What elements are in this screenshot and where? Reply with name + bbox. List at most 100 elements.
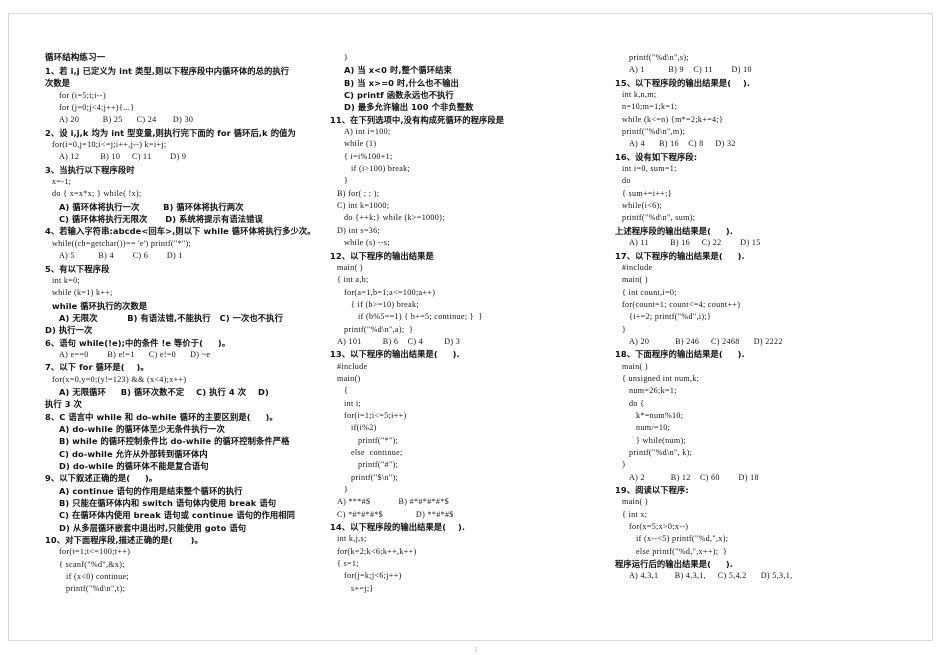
text-line: printf("%d\n",m); xyxy=(622,127,686,137)
text-line: { sum+=i++;} xyxy=(622,188,672,198)
text-line: C) int k=1000; xyxy=(337,201,390,211)
text-line: A) 无限循环 B) 循环次数不定 C) 执行 4 次 D) xyxy=(59,386,269,397)
text-line: A) e==0 B) e!=1 C) e!=0 D) ~e xyxy=(59,349,211,359)
text-line: } while(num); xyxy=(636,435,687,445)
text-line: 10、对下面程序段,描述正确的是( )。 xyxy=(45,535,203,546)
text-line: B) while 的循环控制条件比 do-while 的循环控制条件严格 xyxy=(59,436,290,447)
text-line: A) 101 B) 6 C) 4 D) 3 xyxy=(337,336,461,346)
text-line: else continue; xyxy=(351,448,403,457)
document-page: 循环结构练习一 1、若 i,j 已定义为 int 类型,则以下程序段中内循环体的总… xyxy=(8,13,933,654)
text-line: 上述程序段的输出结果是( ). xyxy=(615,225,734,236)
text-line: main( ) xyxy=(622,361,648,371)
text-line: do xyxy=(622,176,631,186)
text-line: A) 循环体将执行一次 B) 循环体将执行两次 xyxy=(59,201,244,212)
text-line: A) 无限次 B) 有语法错,不能执行 C) 一次也不执行 xyxy=(59,312,283,323)
text-line: printf("%d\n",a); } xyxy=(344,324,414,334)
text-line: int k,j,s; xyxy=(337,534,367,544)
text-line: 14、以下程序段的输出结果是( ). xyxy=(330,522,466,533)
text-line: if(i%2) xyxy=(351,423,377,433)
text-line: B) for( ; ; ); xyxy=(337,188,380,198)
three-column-layout: 循环结构练习一 1、若 i,j 已定义为 int 类型,则以下程序段中内循环体的总… xyxy=(45,52,907,596)
text-line: for(t=1;t<=100;t++) xyxy=(59,547,131,557)
text-line: } xyxy=(344,53,349,62)
text-line: A) int i=100; xyxy=(344,127,391,137)
text-line: while (k<=n) {m*=2;k+=4;} xyxy=(622,114,724,124)
text-line: printf("%d\n",t); xyxy=(66,584,126,594)
text-line: s+=j;} xyxy=(351,583,374,593)
text-line: 执行 3 次 xyxy=(45,399,82,410)
text-line: printf("%d\n", sum); xyxy=(622,213,696,223)
text-line: D) do-while 的循环体不能是复合语句 xyxy=(59,461,209,471)
text-line: x=-1; xyxy=(52,177,72,187)
text-line: num/=10; xyxy=(636,423,671,433)
text-line: A) do-while 的循环体至少无条件执行一次 xyxy=(59,423,225,434)
text-line: } xyxy=(622,460,627,470)
text-line: for(i=0,j=10;i<=j;i++,j--) k=i+j; xyxy=(52,140,167,150)
text-line: A) 20 B) 25 C) 24 D) 30 xyxy=(59,115,194,125)
text-line: } xyxy=(344,176,349,186)
text-line: D) 执行一次 xyxy=(45,325,93,336)
text-line: A) 12 B) 10 C) 11 D) 9 xyxy=(59,152,187,162)
text-line: if (i>100) break; xyxy=(351,164,411,174)
text-line: 6、语句 while(!e);中的条件 !e 等价于( )。 xyxy=(45,337,231,348)
text-line: { i=i%100+1; xyxy=(344,151,393,161)
text-line: while(i<6); xyxy=(622,201,663,211)
text-line: A) 4 B) 16 C) 8 D) 32 xyxy=(629,139,736,149)
text-line: C) printf 函数永远也不执行 xyxy=(344,90,454,101)
text-line: for (j=0;j<4;j++){...} xyxy=(59,103,135,113)
text-line: n=10;m=1;k=1; xyxy=(622,102,678,112)
text-line: #include xyxy=(622,262,653,272)
text-line: 2、设 i,j,k 均为 int 型变量,则执行完下面的 for 循环后,k 的… xyxy=(45,127,296,138)
text-line: while (k=1) k++; xyxy=(52,288,113,298)
text-line: for(i=1;i<=5;i++) xyxy=(344,410,407,420)
text-line: for(j=k;j<6;j++) xyxy=(344,571,402,581)
text-line: C) 循环体将执行无限次 D) 系统将提示有语法错误 xyxy=(59,214,263,225)
text-line: printf("$\n"); xyxy=(351,472,399,482)
text-line: D) 最多允许输出 100 个非负整数 xyxy=(344,102,474,113)
text-line: do {++k;} while (k>=1000); xyxy=(344,213,445,223)
text-line: printf("#"); xyxy=(358,460,399,470)
text-line: A) 1 B) 9 C) 11 D) 10 xyxy=(629,65,752,75)
text-line: while (1) xyxy=(344,139,377,149)
text-line: main( ) xyxy=(622,275,648,285)
text-line: A) 2 B) 12 C) 60 D) 18 xyxy=(629,472,759,482)
text-line: #include xyxy=(337,361,368,371)
text-line: { int a,b; xyxy=(337,275,369,285)
text-line: 18、下面程序的输出结果是( ). xyxy=(615,349,745,360)
text-line: 13、以下程序的输出结果是( ). xyxy=(330,349,460,360)
text-line: 4、若输入字符串:abcde<回车>,则以下 while 循环体将执行多少次。 xyxy=(45,226,316,237)
text-line: printf("%d\n",s); xyxy=(629,53,689,62)
text-line: for(count=1; count<=4; count++) xyxy=(622,299,741,309)
text-line: 8、C 语言中 while 和 do-while 循环的主要区别是( )。 xyxy=(45,411,278,422)
text-line: { int count,i=0; xyxy=(622,287,677,297)
text-line: 1、若 i,j 已定义为 int 类型,则以下程序段中内循环体的总的执行 xyxy=(45,66,290,76)
text-line: D) 从多层循环嵌套中退出时,只能使用 goto 语句 xyxy=(59,522,247,533)
text-line: int k=0; xyxy=(52,275,81,285)
text-line: { int x; xyxy=(622,509,648,519)
text-line: main( ) xyxy=(337,262,363,272)
text-line: A) 4,3,1 B) 4,3,1, C) 5,4,2 D) 5,3,1, xyxy=(629,571,793,581)
text-line: 11、在下列选项中,没有构成死循环的程序段是 xyxy=(330,114,505,125)
page-number: 1 xyxy=(474,646,478,654)
text-line: C) 在循环体内使用 break 语句或 continue 语句的作用相同 xyxy=(59,510,295,521)
text-line: 次数是 xyxy=(45,78,71,89)
text-line: 16、设有如下程序段: xyxy=(615,151,698,162)
text-line: for (i=5;i;i--) xyxy=(59,90,106,100)
worksheet-body: 循环结构练习一 1、若 i,j 已定义为 int 类型,则以下程序段中内循环体的总… xyxy=(45,52,907,654)
text-line: 19、阅读以下程序: xyxy=(615,485,689,496)
text-line: A) 20 B) 246 C) 2468 D) 2222 xyxy=(629,336,783,346)
text-line: 7、以下 for 循环是( )。 xyxy=(45,362,149,373)
text-line: } xyxy=(344,485,349,495)
text-line: main() xyxy=(337,373,361,383)
text-line: do { xyxy=(629,398,645,408)
text-line: int i=0, sum=1; xyxy=(622,164,677,174)
text-line: { xyxy=(344,386,349,396)
text-line: if (x--<5) printf("%d,",x); xyxy=(636,534,729,544)
text-line: A) 11 B) 16 C) 22 D) 15 xyxy=(629,238,761,248)
text-line: 17、以下程序的输出结果是( ). xyxy=(615,250,745,261)
text-line: A) 5 B) 4 C) 6 D) 1 xyxy=(59,251,183,261)
text-line: B) 当 x>=0 时,什么也不输出 xyxy=(344,77,459,88)
text-line: 程序运行后的输出结果是( ). xyxy=(615,559,734,570)
text-line: B) 只能在循环体内和 switch 语句体内使用 break 语句 xyxy=(59,498,277,509)
text-line: 15、以下程序段的输出结果是( ). xyxy=(615,77,751,88)
